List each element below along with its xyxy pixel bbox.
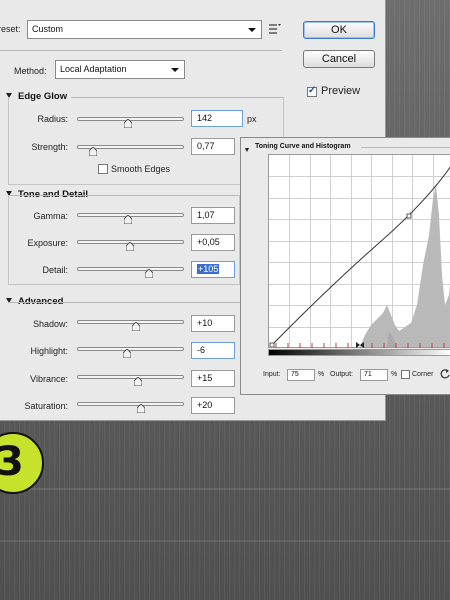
vibrance-slider-thumb[interactable] — [134, 377, 142, 386]
section-divider — [361, 147, 450, 148]
step-number: 3 — [0, 439, 24, 485]
detail-slider-thumb[interactable] — [145, 269, 153, 278]
background-streak — [0, 488, 450, 490]
gamma-input[interactable]: 1,07 — [191, 207, 235, 224]
corner-label: Corner — [412, 371, 434, 378]
strength-slider-thumb[interactable] — [89, 147, 97, 156]
radius-slider-thumb[interactable] — [124, 119, 132, 128]
highlight-slider-thumb[interactable] — [123, 349, 131, 358]
input-unit: % — [318, 371, 325, 378]
shadow-input[interactable]: +10 — [191, 315, 235, 332]
preview-label: Preview — [321, 85, 361, 97]
preset-dropdown[interactable]: Custom — [27, 20, 262, 39]
cancel-button[interactable]: Cancel — [303, 50, 375, 68]
vibrance-input[interactable]: +15 — [191, 370, 235, 387]
method-value: Local Adaptation — [60, 64, 127, 74]
divider — [0, 50, 282, 51]
shadow-label: Shadow: — [32, 319, 68, 329]
gamma-slider-thumb[interactable] — [124, 215, 132, 224]
preset-value: Custom — [32, 24, 64, 34]
curve-graph[interactable] — [268, 154, 450, 348]
saturation-input[interactable]: +20 — [191, 397, 235, 414]
radius-label: Radius: — [37, 114, 68, 124]
method-label: Method: — [14, 66, 47, 76]
tone-gradient-bar — [268, 349, 450, 356]
section-divider — [8, 302, 240, 303]
strength-input[interactable]: 0,77 — [191, 138, 235, 155]
highlight-input[interactable]: -6 — [191, 342, 235, 359]
saturation-label: Saturation: — [24, 401, 68, 411]
shadow-slider-thumb[interactable] — [132, 322, 140, 331]
curve-title: Toning Curve and Histogram — [255, 143, 351, 150]
exposure-input[interactable]: +0,05 — [191, 234, 235, 251]
gamma-label: Gamma: — [33, 211, 68, 221]
exposure-slider-thumb[interactable] — [126, 242, 134, 251]
highlight-label: Highlight: — [30, 346, 68, 356]
detail-value: +105 — [197, 264, 220, 274]
chevron-down-icon — [171, 68, 179, 72]
radius-input[interactable]: 142 — [191, 110, 243, 127]
collapse-triangle-icon[interactable] — [245, 145, 255, 155]
smooth-edges-label: Smooth Edges — [111, 164, 171, 174]
preview-checkbox[interactable] — [307, 85, 317, 97]
exposure-label: Exposure: — [27, 238, 68, 248]
output-label: Output: — [330, 371, 353, 378]
detail-slider[interactable] — [77, 267, 184, 271]
input-field[interactable]: 75 — [287, 369, 315, 381]
shadow-slider[interactable] — [77, 320, 184, 324]
toning-curve-panel: Toning Curve and Histogram Input: 75 % O… — [240, 137, 450, 395]
smooth-edges-checkbox[interactable] — [98, 164, 108, 174]
ok-button[interactable]: OK — [303, 21, 375, 39]
chevron-down-icon — [248, 28, 256, 32]
preset-options-icon[interactable] — [268, 22, 282, 36]
detail-input[interactable]: +105 — [191, 261, 235, 278]
radius-unit: px — [247, 114, 257, 124]
saturation-slider-thumb[interactable] — [137, 404, 145, 413]
background-streak — [0, 540, 450, 542]
histogram-tick-marks — [268, 341, 450, 349]
strength-label: Strength: — [31, 142, 68, 152]
output-field[interactable]: 71 — [360, 369, 388, 381]
vibrance-slider[interactable] — [77, 375, 184, 379]
preset-label: reset: — [0, 24, 21, 34]
vibrance-label: Vibrance: — [30, 374, 68, 384]
input-label: Input: — [263, 371, 281, 378]
saturation-slider[interactable] — [77, 402, 184, 406]
reset-curve-icon[interactable] — [440, 368, 450, 382]
corner-checkbox[interactable] — [401, 370, 410, 379]
method-dropdown[interactable]: Local Adaptation — [55, 60, 185, 79]
detail-label: Detail: — [42, 265, 68, 275]
output-unit: % — [391, 371, 398, 378]
